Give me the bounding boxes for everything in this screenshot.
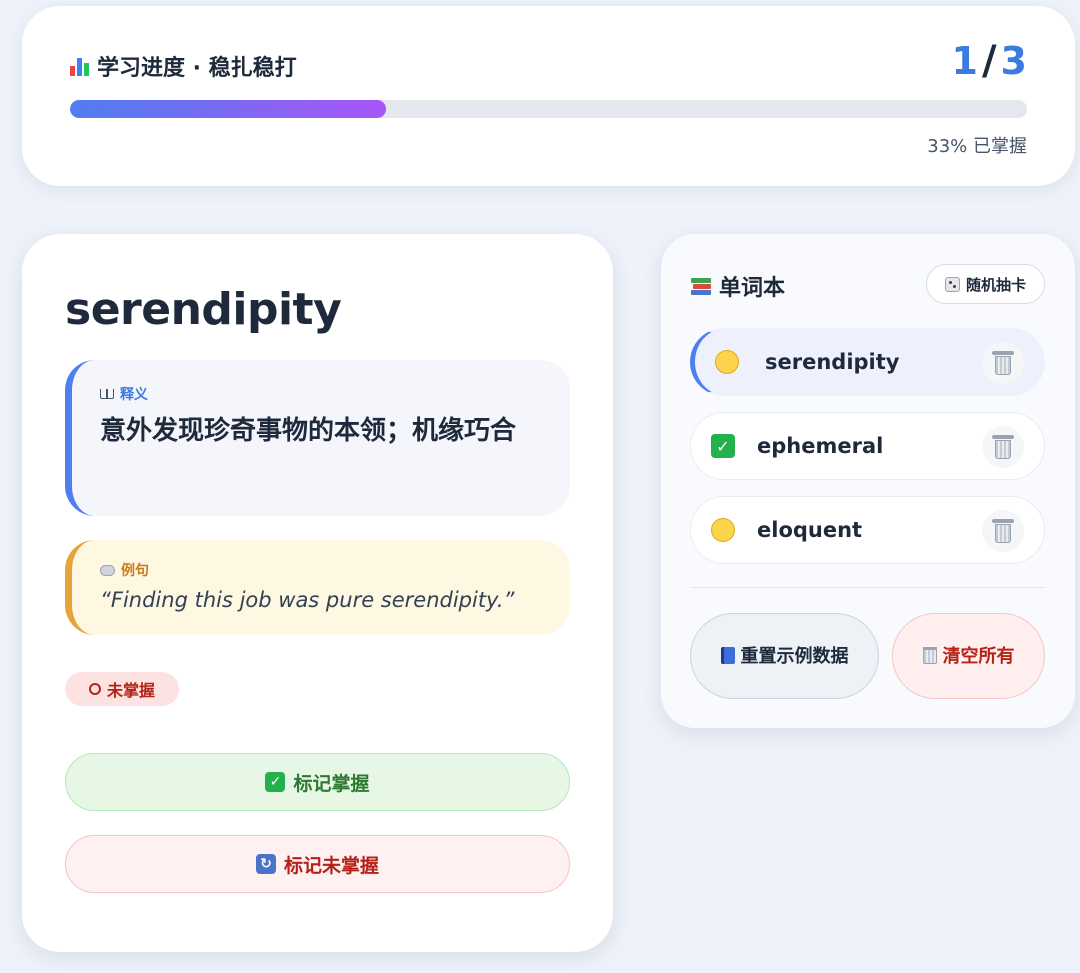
bar-chart-icon	[70, 56, 89, 76]
yellow-circle-icon	[715, 350, 739, 374]
delete-word-button[interactable]	[982, 510, 1024, 552]
wastebasket-icon	[992, 435, 1014, 459]
counter-current: 1	[951, 39, 978, 83]
counter-separator: /	[981, 38, 997, 84]
blue-book-icon	[720, 646, 735, 664]
status-badge: 未掌握	[65, 672, 180, 706]
dice-icon	[944, 276, 960, 292]
random-draw-button[interactable]: 随机抽卡	[925, 264, 1045, 304]
example-box: 例句 “Finding this job was pure serendipit…	[65, 540, 570, 635]
definition-label: 释义	[100, 384, 542, 404]
clear-all-button[interactable]: 清空所有	[892, 613, 1045, 699]
speech-bubble-icon	[100, 564, 115, 576]
check-mark-icon: ✓	[711, 434, 735, 458]
progress-bar	[70, 100, 1027, 118]
progress-card: 学习进度 · 稳扎稳打 1 / 3 33% 已掌握	[22, 6, 1075, 186]
wastebasket-icon	[992, 519, 1014, 543]
delete-word-button[interactable]	[982, 342, 1024, 384]
books-icon	[691, 277, 711, 295]
example-label: 例句	[100, 560, 542, 580]
counter-total: 3	[1000, 39, 1027, 83]
definition-label-text: 释义	[120, 387, 148, 403]
yellow-circle-icon	[711, 518, 735, 542]
wordbook-title-text: 单词本	[719, 276, 786, 301]
clear-all-label: 清空所有	[942, 645, 1015, 667]
delete-word-button[interactable]	[982, 426, 1024, 468]
wastebasket-icon	[992, 351, 1014, 375]
progress-title: 学习进度 · 稳扎稳打	[70, 50, 297, 82]
word-list-item[interactable]: ✓ ephemeral	[690, 412, 1045, 480]
mark-unmastered-label: 标记未掌握	[283, 854, 379, 877]
reset-sample-data-button[interactable]: 重置示例数据	[690, 613, 879, 699]
progress-caption: 33% 已掌握	[927, 136, 1027, 157]
check-mark-icon: ✓	[265, 772, 286, 792]
wordbook-panel: 单词本 随机抽卡 serendipity ✓ ephemeral eloquen…	[661, 234, 1075, 728]
card-word: serendipity	[65, 284, 342, 335]
random-draw-label: 随机抽卡	[965, 275, 1026, 294]
progress-counter: 1 / 3	[951, 38, 1027, 84]
mark-mastered-button[interactable]: ✓ 标记掌握	[65, 753, 570, 811]
word-list-item[interactable]: eloquent	[690, 496, 1045, 564]
flash-card: serendipity 释义 意外发现珍奇事物的本领；机缘巧合 例句 “Find…	[22, 234, 613, 952]
progress-title-text: 学习进度 · 稳扎稳打	[97, 56, 297, 81]
word-list: serendipity ✓ ephemeral eloquent	[690, 328, 1045, 580]
word-list-item-label: ephemeral	[757, 434, 884, 458]
wastebasket-icon	[922, 646, 937, 664]
reset-sample-data-label: 重置示例数据	[740, 645, 849, 667]
hollow-circle-icon	[89, 683, 101, 695]
progress-bar-fill	[70, 100, 386, 118]
example-text: “Finding this job was pure serendipity.”	[100, 588, 515, 612]
mark-unmastered-button[interactable]: ↻ 标记未掌握	[65, 835, 570, 893]
example-label-text: 例句	[121, 563, 149, 579]
definition-text: 意外发现珍奇事物的本领；机缘巧合	[100, 416, 517, 446]
status-badge-label: 未掌握	[107, 681, 156, 700]
word-list-item[interactable]: serendipity	[690, 328, 1045, 396]
open-book-icon	[100, 389, 114, 399]
wordbook-title: 单词本	[691, 270, 785, 302]
mark-mastered-label: 标记掌握	[293, 772, 370, 795]
word-list-item-label: eloquent	[757, 518, 863, 542]
word-list-item-label: serendipity	[765, 350, 900, 374]
divider	[690, 587, 1045, 588]
refresh-icon: ↻	[255, 854, 276, 874]
definition-box: 释义 意外发现珍奇事物的本领；机缘巧合	[65, 360, 570, 516]
